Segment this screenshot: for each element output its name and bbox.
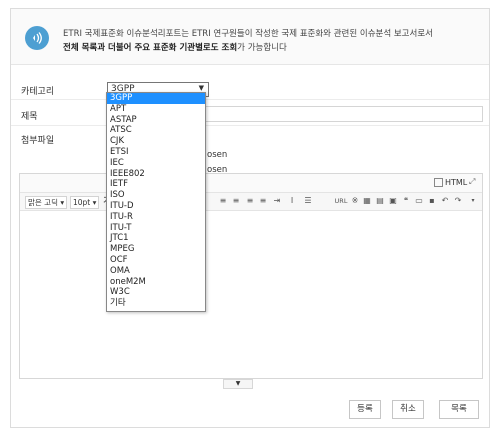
cancel-button[interactable]: 취소 <box>392 400 424 419</box>
file-status-1: osen <box>207 150 228 160</box>
dropdown-option[interactable]: 기타 <box>107 298 205 309</box>
dropdown-option[interactable]: ATSC <box>107 125 205 136</box>
line-height-icon[interactable]: Ⅰ <box>287 196 297 206</box>
dropdown-option[interactable]: ISO <box>107 190 205 201</box>
category-label: 카테고리 <box>21 87 55 97</box>
list-button[interactable]: 목록 <box>439 400 479 419</box>
editor-header: HTML ⤢ <box>20 174 482 193</box>
html-label: HTML <box>445 178 468 187</box>
font-family-select[interactable]: 맑은 고딕 ▾ <box>25 196 68 209</box>
category-dropdown-list[interactable]: 3GPP APT ASTAP ATSC CJK ETSI IEC IEEE802 IETF ISO… <box>106 92 206 312</box>
special-char-icon[interactable]: ※ <box>350 196 360 206</box>
notice-text-line2: 전체 목록과 더불어 주요 표준화 기관별로도 조회가 가능합니다 <box>63 41 287 53</box>
expand-icon[interactable]: ⤢ <box>469 177 475 187</box>
editor-content-area[interactable] <box>20 211 482 378</box>
rich-text-editor: HTML ⤢ 맑은 고딕 ▾ 10pt ▾ 가 ≡ ≡ ≡ ≡ ⇥ Ⅰ ☰ UR… <box>19 173 483 379</box>
chevron-down-icon: ▼ <box>198 84 204 92</box>
dropdown-option[interactable]: ASTAP <box>107 115 205 126</box>
image-icon[interactable]: ▣ <box>388 196 398 206</box>
row-divider <box>11 99 489 100</box>
dropdown-option[interactable]: ITU-R <box>107 212 205 223</box>
sound-wave-icon <box>25 26 49 50</box>
notice-text-line1: ETRI 국제표준화 이슈분석리포트는 ETRI 연구원들이 작성한 국제 표준… <box>63 29 433 39</box>
editor-resize-handle[interactable]: ▼ <box>223 379 253 389</box>
font-size-value: 10pt <box>73 198 91 207</box>
indent-icon[interactable]: ⇥ <box>272 196 282 206</box>
notice-rest-text: 가 가능합니다 <box>237 43 287 53</box>
row-divider <box>11 125 489 126</box>
html-toggle[interactable]: HTML <box>434 178 467 187</box>
media-icon[interactable]: ▭ <box>414 196 424 206</box>
dropdown-option[interactable]: W3C <box>107 287 205 298</box>
justify-icon[interactable]: ≡ <box>258 196 268 206</box>
file-icon[interactable]: ▪ <box>427 196 437 206</box>
font-size-select[interactable]: 10pt ▾ <box>70 196 100 209</box>
dropdown-option[interactable]: ITU-D <box>107 201 205 212</box>
align-left-icon[interactable]: ≡ <box>218 196 228 206</box>
hr-icon[interactable]: ▤ <box>375 196 385 206</box>
editor-toolbar: 맑은 고딕 ▾ 10pt ▾ 가 ≡ ≡ ≡ ≡ ⇥ Ⅰ ☰ URL ※ ▦ ▤… <box>20 193 482 211</box>
link-url-icon[interactable]: URL <box>333 196 349 206</box>
more-chevron-icon[interactable]: ▾ <box>468 196 478 206</box>
write-form: ETRI 국제표준화 이슈분석리포트는 ETRI 연구원들이 작성한 국제 표준… <box>10 8 490 428</box>
list-icon[interactable]: ☰ <box>303 196 313 206</box>
dropdown-option[interactable]: IEC <box>107 158 205 169</box>
register-button[interactable]: 등록 <box>349 400 381 419</box>
table-icon[interactable]: ▦ <box>362 196 372 206</box>
dropdown-option[interactable]: 3GPP <box>107 93 205 104</box>
dropdown-option[interactable]: CJK <box>107 136 205 147</box>
notice-box: ETRI 국제표준화 이슈분석리포트는 ETRI 연구원들이 작성한 국제 표준… <box>11 9 489 65</box>
attach-label: 첨부파일 <box>21 136 55 146</box>
dropdown-option[interactable]: ITU-T <box>107 223 205 234</box>
title-label: 제목 <box>21 112 38 122</box>
dropdown-option[interactable]: MPEG <box>107 244 205 255</box>
redo-icon[interactable]: ↷ <box>453 196 463 206</box>
dropdown-option[interactable]: oneM2M <box>107 277 205 288</box>
html-checkbox[interactable] <box>434 178 443 187</box>
dropdown-option[interactable]: OCF <box>107 255 205 266</box>
title-input[interactable] <box>201 106 483 122</box>
dropdown-option[interactable]: IEEE802 <box>107 169 205 180</box>
align-center-icon[interactable]: ≡ <box>231 196 241 206</box>
dropdown-option[interactable]: JTC1 <box>107 233 205 244</box>
dropdown-option[interactable]: APT <box>107 104 205 115</box>
dropdown-option[interactable]: OMA <box>107 266 205 277</box>
notice-bold-text: 전체 목록과 더불어 주요 표준화 기관별로도 조회 <box>63 43 238 53</box>
dropdown-option[interactable]: IETF <box>107 179 205 190</box>
font-family-value: 맑은 고딕 <box>28 198 58 207</box>
dropdown-option[interactable]: ETSI <box>107 147 205 158</box>
quote-icon[interactable]: ❝ <box>401 196 411 206</box>
undo-icon[interactable]: ↶ <box>440 196 450 206</box>
align-right-icon[interactable]: ≡ <box>245 196 255 206</box>
